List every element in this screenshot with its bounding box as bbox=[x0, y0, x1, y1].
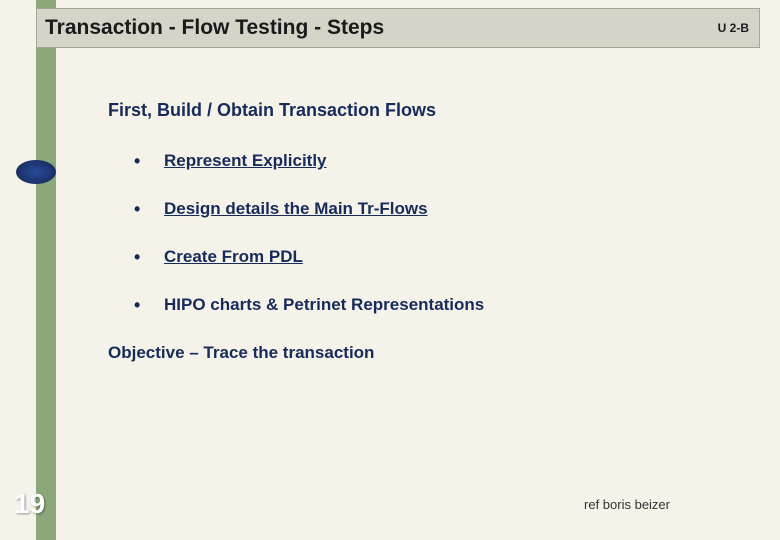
slide-title: Transaction - Flow Testing - Steps bbox=[45, 16, 384, 40]
bullet-text: Design details the Main Tr-Flows bbox=[164, 199, 428, 218]
bullet-item: Represent Explicitly bbox=[134, 151, 708, 171]
unit-tag: U 2-B bbox=[718, 21, 749, 35]
title-bar: Transaction - Flow Testing - Steps U 2-B bbox=[36, 8, 760, 48]
page-number: 19 bbox=[14, 488, 45, 520]
left-accent-stripe bbox=[36, 0, 56, 540]
bullet-list: Represent Explicitly Design details the … bbox=[134, 151, 708, 315]
footer-reference: ref boris beizer bbox=[584, 497, 670, 512]
section-subtitle: First, Build / Obtain Transaction Flows bbox=[108, 100, 708, 121]
bullet-text: Create From PDL bbox=[164, 247, 303, 266]
decorative-dot bbox=[16, 160, 56, 184]
bullet-item: Design details the Main Tr-Flows bbox=[134, 199, 708, 219]
objective-text: Objective – Trace the transaction bbox=[108, 343, 708, 363]
bullet-item: Create From PDL bbox=[134, 247, 708, 267]
bullet-text: Represent Explicitly bbox=[164, 151, 327, 170]
bullet-item: HIPO charts & Petrinet Representations bbox=[134, 295, 708, 315]
bullet-text: HIPO charts & Petrinet Representations bbox=[164, 295, 484, 314]
content-area: First, Build / Obtain Transaction Flows … bbox=[108, 100, 708, 363]
